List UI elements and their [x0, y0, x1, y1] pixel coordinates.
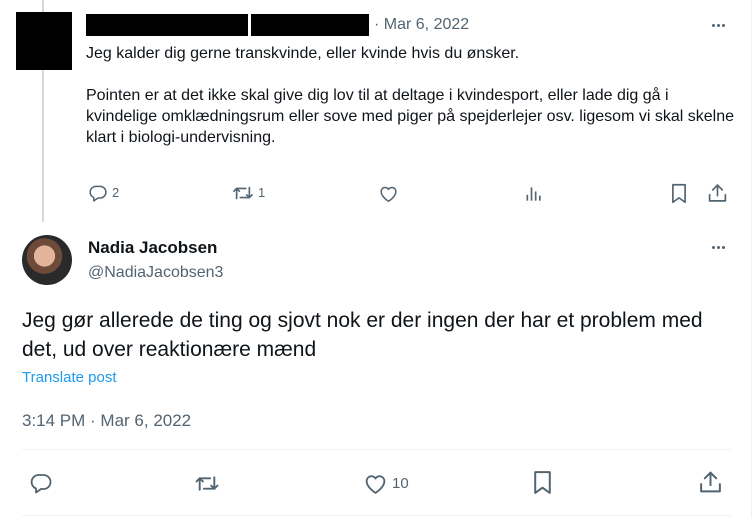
redacted-display-name [86, 14, 248, 36]
main-repost-button[interactable] [194, 472, 220, 495]
parent-share-button[interactable] [707, 182, 728, 204]
views-icon [526, 187, 541, 201]
reply-icon [30, 474, 52, 494]
parent-tweet-text: Jeg kalder dig gerne transkvinde, eller … [86, 43, 736, 148]
parent-bookmark-button[interactable] [670, 183, 688, 204]
repost-icon [195, 476, 219, 491]
tweet-timestamp[interactable]: 3:14 PM · Mar 6, 2022 [22, 410, 191, 432]
like-icon [380, 186, 397, 203]
parent-views-button[interactable] [524, 184, 544, 204]
parent-tweet-date[interactable]: · Mar 6, 2022 [374, 15, 469, 35]
bottom-divider [22, 515, 732, 516]
main-share-button[interactable] [698, 469, 723, 495]
parent-repost-count: 1 [258, 185, 266, 200]
parent-more-icon[interactable] [706, 15, 730, 35]
parent-tweet-paragraph-2: Pointen er at det ikke skal give dig lov… [86, 87, 734, 146]
bookmark-icon [534, 471, 551, 494]
share-icon [700, 471, 721, 493]
redacted-avatar [16, 12, 72, 70]
main-more-icon[interactable] [706, 237, 730, 257]
parent-reply-count: 2 [112, 185, 120, 200]
main-like-button[interactable]: 10 [363, 472, 409, 495]
redacted-handle [251, 14, 369, 36]
main-bookmark-button[interactable] [532, 470, 553, 495]
parent-like-button[interactable] [378, 184, 399, 203]
main-like-count: 10 [392, 474, 409, 492]
repost-icon [233, 186, 253, 200]
author-avatar[interactable] [22, 235, 72, 285]
bookmark-icon [672, 183, 686, 204]
parent-repost-button[interactable]: 1 [232, 183, 265, 203]
reply-icon [89, 185, 107, 202]
like-icon [365, 475, 386, 494]
author-name[interactable]: Nadia Jacobsen [88, 237, 217, 258]
translate-post-link[interactable]: Translate post [22, 368, 117, 387]
parent-tweet-paragraph-1: Jeg kalder dig gerne transkvinde, eller … [86, 45, 520, 62]
main-tweet-text: Jeg gør allerede de ting og sjovt nok er… [22, 309, 703, 361]
parent-reply-button[interactable]: 2 [88, 183, 119, 203]
share-icon [708, 184, 727, 202]
main-reply-button[interactable] [29, 471, 53, 495]
author-handle[interactable]: @NadiaJacobsen3 [88, 263, 223, 283]
actions-divider [22, 449, 732, 450]
